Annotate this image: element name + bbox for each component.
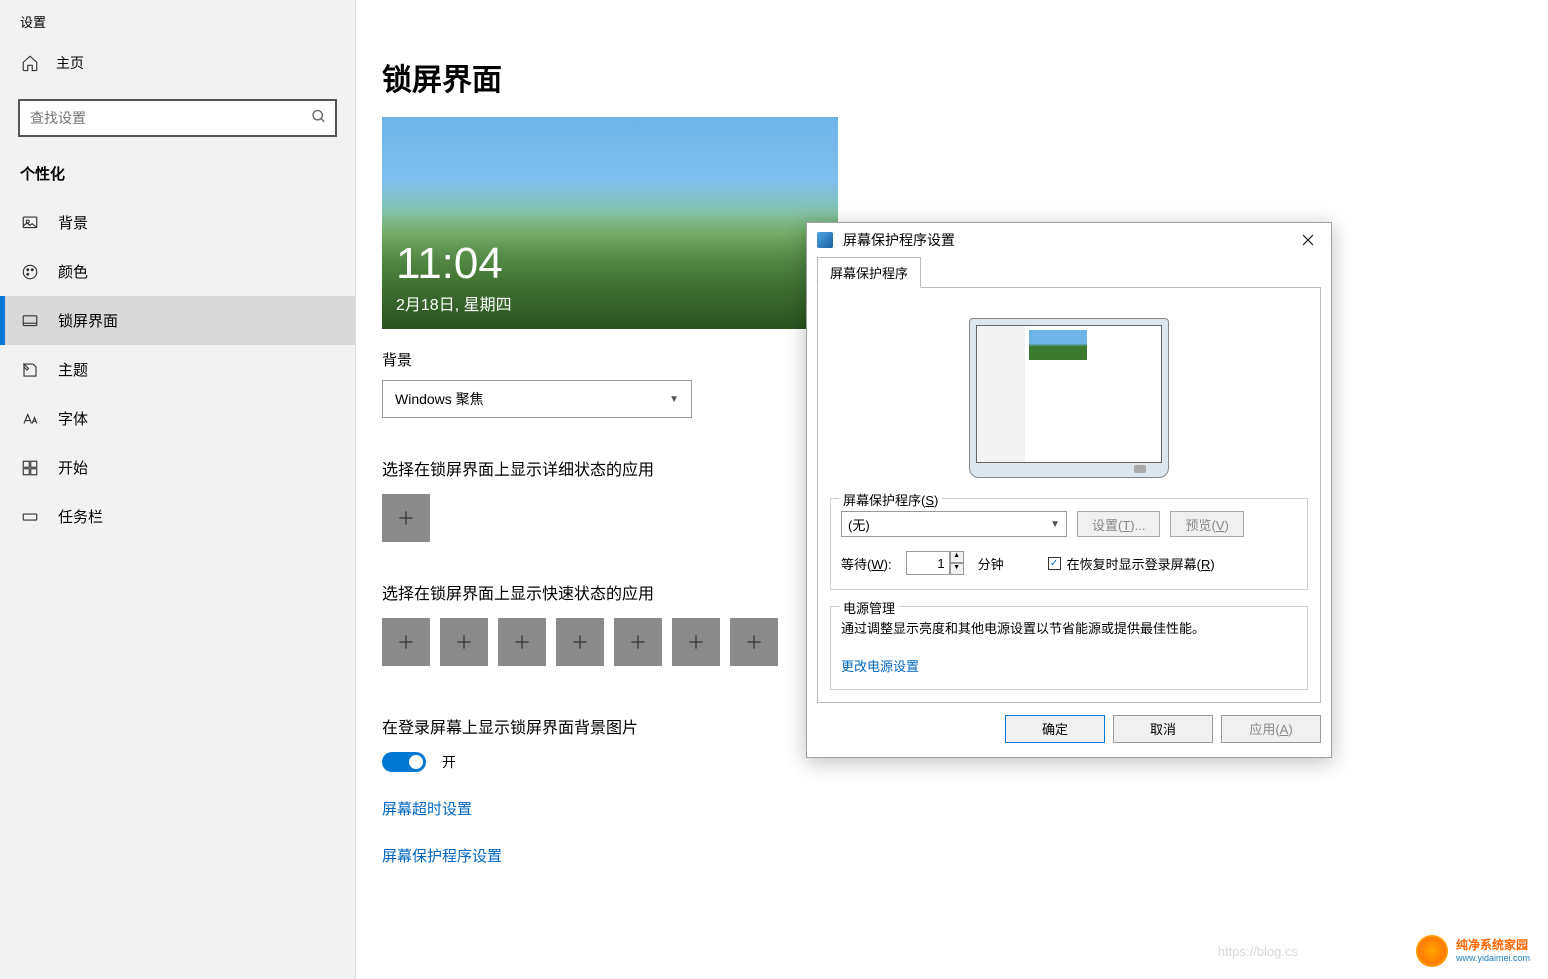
watermark-name: 纯净系统家园 <box>1456 939 1530 952</box>
nav-colors[interactable]: 颜色 <box>0 247 355 296</box>
tab-screensaver[interactable]: 屏幕保护程序 <box>817 257 921 288</box>
preview-button[interactable]: 预览(V) <box>1170 511 1243 537</box>
nav-lockscreen[interactable]: 锁屏界面 <box>0 296 355 345</box>
power-settings-link[interactable]: 更改电源设置 <box>841 659 919 674</box>
section-label: 个性化 <box>0 155 355 198</box>
signin-bg-toggle[interactable] <box>382 752 426 772</box>
add-quick-app-tile[interactable] <box>440 618 488 666</box>
nav-start[interactable]: 开始 <box>0 443 355 492</box>
lockscreen-icon <box>20 311 40 331</box>
checkbox-icon: ✓ <box>1048 557 1061 570</box>
background-dropdown[interactable]: Windows 聚焦 ▼ <box>382 380 692 418</box>
nav-background[interactable]: 背景 <box>0 198 355 247</box>
power-text: 通过调整显示亮度和其他电源设置以节省能源或提供最佳性能。 <box>841 619 1297 640</box>
nav-label: 背景 <box>58 212 88 233</box>
wait-spinner[interactable]: ▲ ▼ <box>906 551 964 575</box>
add-quick-app-tile[interactable] <box>498 618 546 666</box>
dropdown-value: Windows 聚焦 <box>395 389 484 409</box>
chevron-down-icon: ▼ <box>669 394 679 405</box>
watermark: 纯净系统家园 www.yidaimei.com <box>1416 935 1530 967</box>
dialog-icon <box>817 232 833 248</box>
combo-value: (无) <box>848 515 870 534</box>
add-quick-app-tile[interactable] <box>614 618 662 666</box>
nav-label: 任务栏 <box>58 506 103 527</box>
lockscreen-preview: 11:04 2月18日, 星期四 <box>382 117 838 329</box>
nav-label: 字体 <box>58 408 88 429</box>
search-box[interactable] <box>18 99 337 137</box>
picture-icon <box>20 213 40 233</box>
home-label: 主页 <box>56 53 84 73</box>
screensaver-combo[interactable]: (无) ▼ <box>841 511 1067 537</box>
page-title: 锁屏界面 <box>382 55 1522 99</box>
theme-icon <box>20 360 40 380</box>
preview-time: 11:04 <box>396 239 503 289</box>
power-legend: 电源管理 <box>839 598 899 617</box>
palette-icon <box>20 262 40 282</box>
sidebar: 设置 主页 个性化 背景 颜色 锁屏界面 主题 字体 开始 任务栏 <box>0 0 356 979</box>
nav-label: 主题 <box>58 359 88 380</box>
add-quick-app-tile[interactable] <box>556 618 604 666</box>
search-icon <box>311 109 327 128</box>
taskbar-icon <box>20 507 40 527</box>
dialog-title-text: 屏幕保护程序设置 <box>843 230 955 250</box>
preview-date: 2月18日, 星期四 <box>396 291 512 315</box>
nav-themes[interactable]: 主题 <box>0 345 355 394</box>
start-icon <box>20 458 40 478</box>
resume-checkbox[interactable]: ✓ 在恢复时显示登录屏幕(R) <box>1048 554 1215 573</box>
search-input[interactable] <box>20 110 299 126</box>
wait-unit: 分钟 <box>978 554 1004 573</box>
spinner-up[interactable]: ▲ <box>950 551 964 563</box>
nav-taskbar[interactable]: 任务栏 <box>0 492 355 541</box>
nav-label: 颜色 <box>58 261 88 282</box>
wait-input[interactable] <box>906 551 950 575</box>
add-detailed-app-tile[interactable] <box>382 494 430 542</box>
ghost-url: https://blog.cs <box>1218 944 1298 959</box>
nav-label: 锁屏界面 <box>58 310 118 331</box>
home-icon <box>20 53 40 73</box>
chevron-down-icon: ▼ <box>1050 519 1060 530</box>
settings-button[interactable]: 设置(T)... <box>1077 511 1160 537</box>
resume-label: 在恢复时显示登录屏幕(R) <box>1067 554 1215 573</box>
spinner-down[interactable]: ▼ <box>950 563 964 575</box>
dialog-titlebar[interactable]: 屏幕保护程序设置 <box>807 223 1331 257</box>
nav-fonts[interactable]: 字体 <box>0 394 355 443</box>
add-quick-app-tile[interactable] <box>730 618 778 666</box>
screensaver-legend: 屏幕保护程序(S) <box>839 490 942 509</box>
apply-button[interactable]: 应用(A) <box>1221 715 1321 743</box>
monitor-preview <box>969 318 1169 478</box>
watermark-url: www.yidaimei.com <box>1456 953 1530 963</box>
screensaver-settings-link[interactable]: 屏幕保护程序设置 <box>382 845 1522 866</box>
home-nav[interactable]: 主页 <box>0 39 355 87</box>
tab-panel: 屏幕保护程序(S) (无) ▼ 设置(T)... 预览(V) 等待(W): ▲ <box>817 287 1321 703</box>
screensaver-fieldset: 屏幕保护程序(S) (无) ▼ 设置(T)... 预览(V) 等待(W): ▲ <box>830 498 1308 590</box>
power-fieldset: 电源管理 通过调整显示亮度和其他电源设置以节省能源或提供最佳性能。 更改电源设置 <box>830 606 1308 690</box>
add-quick-app-tile[interactable] <box>382 618 430 666</box>
watermark-badge-icon <box>1416 935 1448 967</box>
dialog-buttons: 确定 取消 应用(A) <box>817 703 1321 743</box>
add-quick-app-tile[interactable] <box>672 618 720 666</box>
cancel-button[interactable]: 取消 <box>1113 715 1213 743</box>
ok-button[interactable]: 确定 <box>1005 715 1105 743</box>
wait-label: 等待(W): <box>841 554 892 573</box>
screen-timeout-link[interactable]: 屏幕超时设置 <box>382 798 1522 819</box>
nav-label: 开始 <box>58 457 88 478</box>
font-icon <box>20 409 40 429</box>
app-title: 设置 <box>0 0 355 39</box>
screensaver-dialog: 屏幕保护程序设置 屏幕保护程序 屏幕保护程序(S) (无) ▼ 设 <box>806 222 1332 758</box>
toggle-state: 开 <box>442 752 456 772</box>
close-button[interactable] <box>1285 223 1331 257</box>
